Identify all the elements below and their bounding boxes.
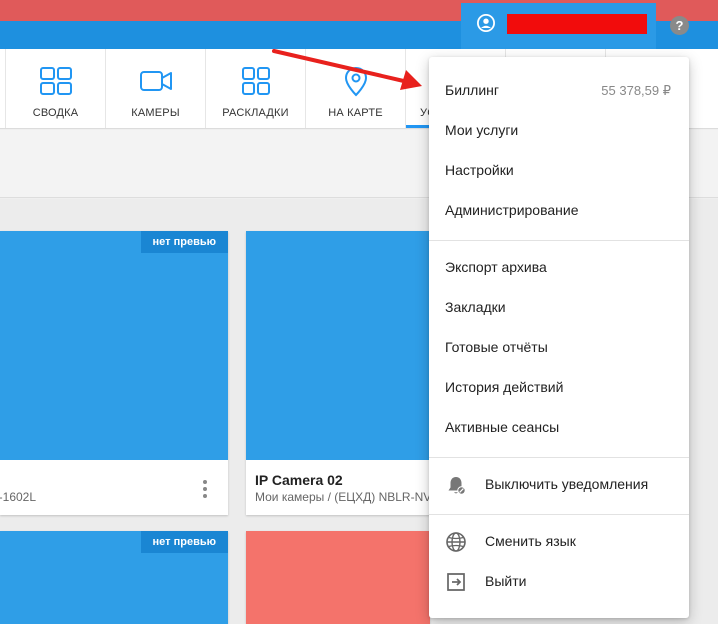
menu-item-active-sessions[interactable]: Активные сеансы — [429, 408, 689, 446]
camera-preview — [246, 231, 430, 460]
layout-icon — [242, 67, 270, 95]
no-preview-badge: нет превью — [140, 231, 228, 253]
menu-item-label: Выйти — [485, 573, 527, 589]
nav-label: КАМЕРЫ — [131, 107, 180, 119]
menu-item-disable-notifications[interactable]: Выключить уведомления — [429, 465, 689, 503]
menu-item-label: Мои услуги — [445, 122, 519, 138]
menu-item-my-services[interactable]: Мои услуги — [429, 111, 689, 149]
nav-label: НА КАРТЕ — [328, 107, 383, 119]
user-avatar-icon — [477, 14, 495, 32]
menu-item-label: Биллинг — [445, 82, 500, 98]
bell-off-icon — [448, 477, 466, 495]
user-menu-button[interactable] — [461, 3, 656, 49]
no-preview-badge: нет превью — [140, 531, 228, 553]
logout-icon — [447, 573, 465, 591]
menu-item-bookmarks[interactable]: Закладки — [429, 288, 689, 326]
help-icon[interactable]: ? — [670, 16, 689, 35]
camera-card[interactable]: нет превью — [0, 531, 228, 624]
menu-item-settings[interactable]: Настройки — [429, 151, 689, 189]
menu-item-label: Сменить язык — [485, 533, 576, 549]
menu-item-label: Готовые отчёты — [445, 339, 548, 355]
redacted-username — [507, 14, 647, 34]
globe-icon — [446, 532, 466, 552]
menu-item-label: Экспорт архива — [445, 259, 547, 275]
menu-item-label: Выключить уведомления — [485, 476, 649, 492]
camera-path: Мои камеры / (ЕЦХД) NBLR-NV — [255, 490, 430, 504]
menu-item-change-language[interactable]: Сменить язык — [429, 522, 689, 560]
nav-label: СВОДКА — [32, 107, 79, 119]
menu-divider — [429, 514, 689, 515]
menu-item-administration[interactable]: Администрирование — [429, 191, 689, 229]
more-vert-icon[interactable] — [203, 480, 207, 501]
camera-preview — [246, 531, 430, 624]
menu-divider — [429, 457, 689, 458]
camera-card[interactable] — [246, 531, 430, 624]
camera-path: R-1602L — [0, 490, 37, 504]
billing-balance: 55 378,59 ₽ — [601, 83, 671, 98]
nav-label: РАСКЛАДКИ — [222, 107, 289, 119]
menu-item-label: Закладки — [445, 299, 506, 315]
menu-divider — [429, 240, 689, 241]
user-dropdown-menu: Биллинг 55 378,59 ₽ Мои услуги Настройки… — [429, 57, 689, 618]
menu-item-label: Активные сеансы — [445, 419, 560, 435]
camera-card[interactable]: нет превью R-1602L — [0, 231, 228, 515]
menu-item-export-archive[interactable]: Экспорт архива — [429, 248, 689, 286]
menu-item-action-history[interactable]: История действий — [429, 368, 689, 406]
menu-item-logout[interactable]: Выйти — [429, 562, 689, 600]
camera-title: IP Camera 02 — [255, 472, 343, 488]
menu-item-label: Настройки — [445, 162, 514, 178]
nav-tab-summary[interactable]: СВОДКА — [5, 49, 105, 128]
menu-item-billing[interactable]: Биллинг 55 378,59 ₽ — [429, 71, 689, 109]
menu-item-label: История действий — [445, 379, 564, 395]
camera-card[interactable]: IP Camera 02 Мои камеры / (ЕЦХД) NBLR-NV — [246, 231, 430, 515]
dashboard-icon — [40, 67, 72, 95]
nav-tab-cameras[interactable]: КАМЕРЫ — [105, 49, 205, 128]
camera-preview — [0, 231, 228, 460]
annotation-arrow-icon — [272, 49, 422, 90]
camera-icon — [140, 71, 172, 91]
menu-item-label: Администрирование — [445, 202, 579, 218]
menu-item-reports[interactable]: Готовые отчёты — [429, 328, 689, 366]
